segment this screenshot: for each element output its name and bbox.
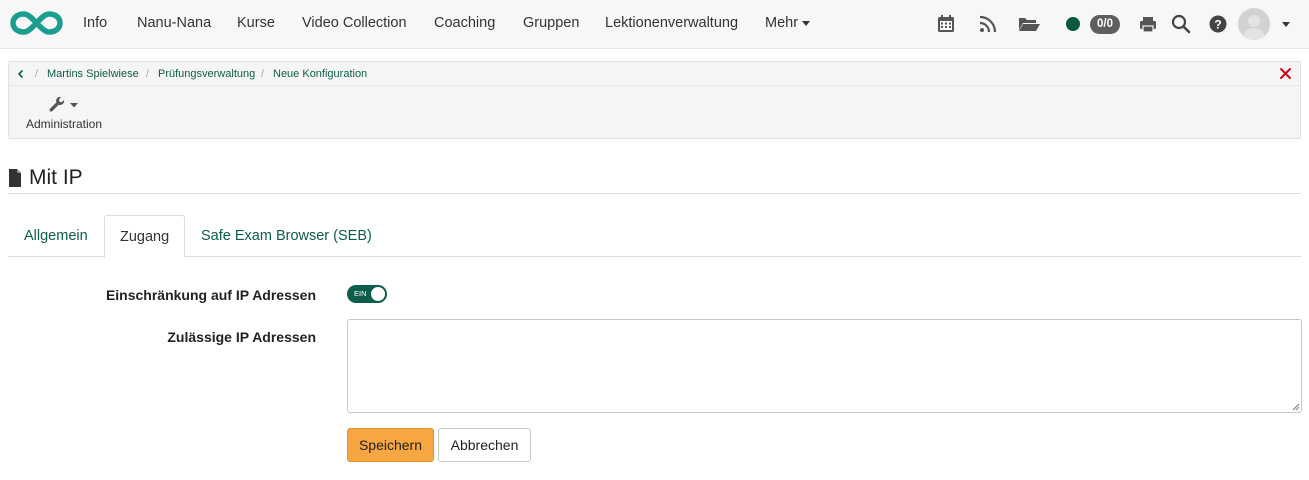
notification-count-badge[interactable]: 0/0	[1090, 15, 1120, 34]
page-header: Mit IP	[8, 166, 1301, 194]
rss-icon[interactable]	[977, 13, 999, 35]
tab-bar: Allgemein Zugang Safe Exam Browser (SEB)	[8, 215, 1301, 258]
file-icon	[9, 169, 21, 187]
breadcrumb-separator: /	[146, 68, 150, 80]
openolat-logo-icon[interactable]	[10, 9, 63, 37]
breadcrumb: / Martins Spielwiese / Prüfungsverwaltun…	[9, 62, 1300, 86]
user-menu-chevron-down-icon[interactable]	[1282, 22, 1290, 27]
tab-zugang[interactable]: Zugang	[104, 215, 186, 258]
toggle-knob	[371, 287, 385, 301]
nav-item-info[interactable]: Info	[83, 15, 107, 31]
svg-text:?: ?	[1214, 18, 1221, 32]
breadcrumb-separator: /	[261, 68, 265, 80]
toggle-state-text: EIN	[354, 289, 367, 298]
administration-button[interactable]: Administration	[23, 93, 105, 135]
administration-label: Administration	[25, 117, 103, 131]
nav-item-gruppen[interactable]: Gruppen	[523, 15, 579, 31]
nav-item-coaching[interactable]: Coaching	[434, 15, 495, 31]
chevron-left-icon[interactable]	[16, 69, 26, 79]
user-avatar[interactable]	[1238, 8, 1270, 40]
top-navigation: Info Nanu-Nana Kurse Video Collection Co…	[0, 0, 1309, 49]
search-icon[interactable]	[1170, 13, 1192, 35]
breadcrumb-toolbar: / Martins Spielwiese / Prüfungsverwaltun…	[8, 61, 1301, 139]
page-title: Mit IP	[29, 166, 83, 189]
avatar-silhouette-icon	[1243, 15, 1265, 40]
nav-item-kurse[interactable]: Kurse	[237, 15, 275, 31]
ip-restriction-label: Einschränkung auf IP Adressen	[105, 287, 316, 303]
folder-open-icon[interactable]	[1017, 13, 1041, 35]
nav-item-mehr[interactable]: Mehr	[765, 15, 811, 31]
close-icon[interactable]	[1279, 67, 1292, 80]
breadcrumb-item-martins-spielwiese[interactable]: Martins Spielwiese	[47, 62, 139, 86]
allowed-ips-label: Zulässige IP Adressen	[167, 329, 316, 345]
breadcrumb-separator: /	[35, 68, 39, 80]
nav-item-video-collection[interactable]: Video Collection	[302, 15, 407, 31]
nav-item-nanu-nana[interactable]: Nanu-Nana	[137, 15, 211, 31]
help-icon[interactable]: ?	[1207, 13, 1229, 35]
printer-icon[interactable]	[1137, 13, 1159, 35]
tab-safe-exam-browser[interactable]: Safe Exam Browser (SEB)	[186, 215, 387, 257]
breadcrumb-item-neue-konfiguration[interactable]: Neue Konfiguration	[273, 62, 367, 86]
cancel-button[interactable]: Abbrechen	[438, 428, 531, 462]
online-status-icon[interactable]	[1066, 17, 1080, 31]
calendar-icon[interactable]	[935, 13, 957, 35]
ip-restriction-toggle[interactable]: EIN	[347, 285, 387, 303]
chevron-down-icon	[802, 20, 811, 26]
tab-allgemein[interactable]: Allgemein	[9, 215, 103, 257]
breadcrumb-item-pruefungsverwaltung[interactable]: Prüfungsverwaltung	[158, 62, 255, 86]
nav-item-mehr-label: Mehr	[765, 15, 799, 31]
wrench-icon	[49, 96, 78, 112]
resize-handle-icon[interactable]	[1290, 401, 1300, 411]
save-button[interactable]: Speichern	[347, 428, 434, 462]
nav-item-lektionenverwaltung[interactable]: Lektionenverwaltung	[605, 15, 738, 31]
allowed-ips-textarea[interactable]	[347, 319, 1302, 413]
